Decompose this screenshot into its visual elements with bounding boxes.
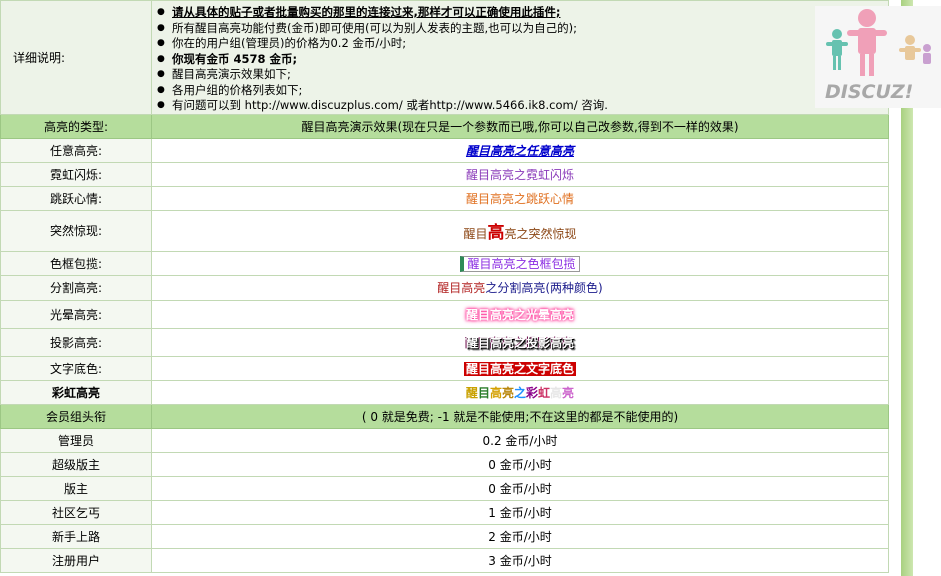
discuz-logo: DISCUZ! — [815, 6, 941, 108]
group-price: 0 金币/小时 — [151, 475, 889, 501]
type-label: 投影高亮: — [0, 327, 152, 357]
types-header-row: 高亮的类型: 醒目高亮演示效果(现在只是一个参数而已哦,你可以自己改参数,得到不… — [0, 113, 889, 139]
description-label: 详细说明: — [0, 0, 152, 115]
group-name: 版主 — [0, 475, 152, 501]
group-row: 注册用户 3 金币/小时 — [0, 547, 889, 573]
group-row: 版主 0 金币/小时 — [0, 475, 889, 501]
group-name: 管理员 — [0, 427, 152, 453]
type-label: 分割高亮: — [0, 274, 152, 301]
rainbow-char: 彩 — [526, 385, 539, 400]
rainbow-char: 目 — [477, 385, 490, 400]
type-label: 霓虹闪烁: — [0, 161, 152, 187]
type-row-sudden: 突然惊现: 醒目高亮之突然惊现 — [0, 209, 889, 252]
type-row-rainbow: 彩虹高亮 醒目高亮之彩虹高亮 — [0, 379, 889, 405]
type-demo: 醒目高亮之分割高亮(两种颜色) — [151, 274, 889, 301]
group-row: 社区乞丐 1 金币/小时 — [0, 499, 889, 525]
rainbow-char: 高 — [489, 385, 502, 400]
logo-text: DISCUZ! — [825, 81, 913, 103]
group-name: 社区乞丐 — [0, 499, 152, 525]
group-row: 新手上路 2 金币/小时 — [0, 523, 889, 549]
note-item: 所有醒目高亮功能付费(金币)即可使用(可以为别人发表的主题,也可以为自己的); — [157, 21, 888, 37]
note-item: 你在的用户组(管理员)的价格为0.2 金币/小时; — [157, 36, 888, 52]
note-item: 请从具体的贴子或者批量购买的那里的连接过来,那样才可以正确使用此插件; — [157, 5, 888, 21]
demo-sudden: 醒目高亮之突然惊现 — [463, 223, 577, 243]
rainbow-char: 亮 — [501, 385, 514, 400]
demo-jump: 醒目高亮之跳跃心情 — [465, 191, 574, 206]
type-label: 光晕高亮: — [0, 299, 152, 329]
demo-shadow: 醒目高亮之投影高亮 — [465, 335, 574, 350]
rainbow-char: 之 — [513, 385, 526, 400]
type-row-split: 分割高亮: 醒目高亮之分割高亮(两种颜色) — [0, 274, 889, 301]
group-name: 新手上路 — [0, 523, 152, 549]
type-demo: 醒目高亮之霓虹闪烁 — [151, 161, 889, 187]
type-row-jump: 跳跃心情: 醒目高亮之跳跃心情 — [0, 185, 889, 211]
description-row: 详细说明: 请从具体的贴子或者批量购买的那里的连接过来,那样才可以正确使用此插件… — [0, 0, 889, 115]
settings-table: 详细说明: 请从具体的贴子或者批量购买的那里的连接过来,那样才可以正确使用此插件… — [0, 0, 889, 573]
types-header-value: 醒目高亮演示效果(现在只是一个参数而已哦,你可以自己改参数,得到不一样的效果) — [151, 113, 889, 139]
type-demo: 醒目高亮之彩虹高亮 — [151, 379, 889, 405]
type-row-glow: 光晕高亮: 醒目高亮之光晕高亮 — [0, 299, 889, 329]
groups-header-label: 会员组头衔 — [0, 403, 152, 429]
type-demo: 醒目高亮之任意高亮 — [151, 137, 889, 163]
note-item: 各用户组的价格列表如下; — [157, 83, 888, 99]
type-row-shadow: 投影高亮: 醒目高亮之投影高亮 — [0, 327, 889, 357]
note-item: 醒目高亮演示效果如下; — [157, 67, 888, 83]
type-demo: 醒目高亮之跳跃心情 — [151, 185, 889, 211]
type-label: 跳跃心情: — [0, 185, 152, 211]
group-price: 0 金币/小时 — [151, 451, 889, 477]
group-price: 3 金币/小时 — [151, 547, 889, 573]
note-item: 有问题可以到 http://www.discuzplus.com/ 或者http… — [157, 98, 888, 114]
types-header-label: 高亮的类型: — [0, 113, 152, 139]
rainbow-char: 高 — [550, 385, 563, 400]
type-demo: 醒目高亮之突然惊现 — [151, 209, 889, 252]
groups-header-row: 会员组头衔 ( 0 就是免费; -1 就是不能使用;不在这里的都是不能使用的) — [0, 403, 889, 429]
rainbow-char: 虹 — [538, 385, 551, 400]
demo-link-any[interactable]: 醒目高亮之任意高亮 — [466, 144, 574, 158]
group-name: 注册用户 — [0, 547, 152, 573]
type-label: 突然惊现: — [0, 209, 152, 252]
demo-glow: 醒目高亮之光晕高亮 — [465, 307, 574, 322]
demo-neon: 醒目高亮之霓虹闪烁 — [465, 167, 574, 182]
demo-bg: 醒目高亮之文字底色 — [463, 361, 576, 376]
type-row-bg: 文字底色: 醒目高亮之文字底色 — [0, 355, 889, 381]
type-row-any: 任意高亮: 醒目高亮之任意高亮 — [0, 137, 889, 163]
type-row-neon: 霓虹闪烁: 醒目高亮之霓虹闪烁 — [0, 161, 889, 187]
groups-header-value: ( 0 就是免费; -1 就是不能使用;不在这里的都是不能使用的) — [151, 403, 889, 429]
demo-box: 醒目高亮之色框包揽 — [460, 255, 580, 272]
rainbow-char: 亮 — [562, 385, 575, 400]
group-price: 0.2 金币/小时 — [151, 427, 889, 453]
note-item: 你现有金币 4578 金币; — [157, 52, 888, 68]
type-demo: 醒目高亮之投影高亮 — [151, 327, 889, 357]
rainbow-char: 醒 — [465, 385, 478, 400]
type-label: 任意高亮: — [0, 137, 152, 163]
demo-rainbow: 醒目高亮之彩虹高亮 — [466, 386, 574, 400]
type-demo: 醒目高亮之光晕高亮 — [151, 299, 889, 329]
type-label: 文字底色: — [0, 355, 152, 381]
group-row: 超级版主 0 金币/小时 — [0, 451, 889, 477]
type-demo: 醒目高亮之色框包揽 — [151, 250, 889, 276]
type-row-box: 色框包揽: 醒目高亮之色框包揽 — [0, 250, 889, 276]
type-label: 彩虹高亮 — [0, 379, 152, 405]
group-row: 管理员 0.2 金币/小时 — [0, 427, 889, 453]
group-name: 超级版主 — [0, 451, 152, 477]
description-notes: 请从具体的贴子或者批量购买的那里的连接过来,那样才可以正确使用此插件; 所有醒目… — [151, 0, 889, 115]
group-price: 1 金币/小时 — [151, 499, 889, 525]
notes-list: 请从具体的贴子或者批量购买的那里的连接过来,那样才可以正确使用此插件; 所有醒目… — [152, 5, 888, 114]
type-label: 色框包揽: — [0, 250, 152, 276]
group-price: 2 金币/小时 — [151, 523, 889, 549]
type-demo: 醒目高亮之文字底色 — [151, 355, 889, 381]
